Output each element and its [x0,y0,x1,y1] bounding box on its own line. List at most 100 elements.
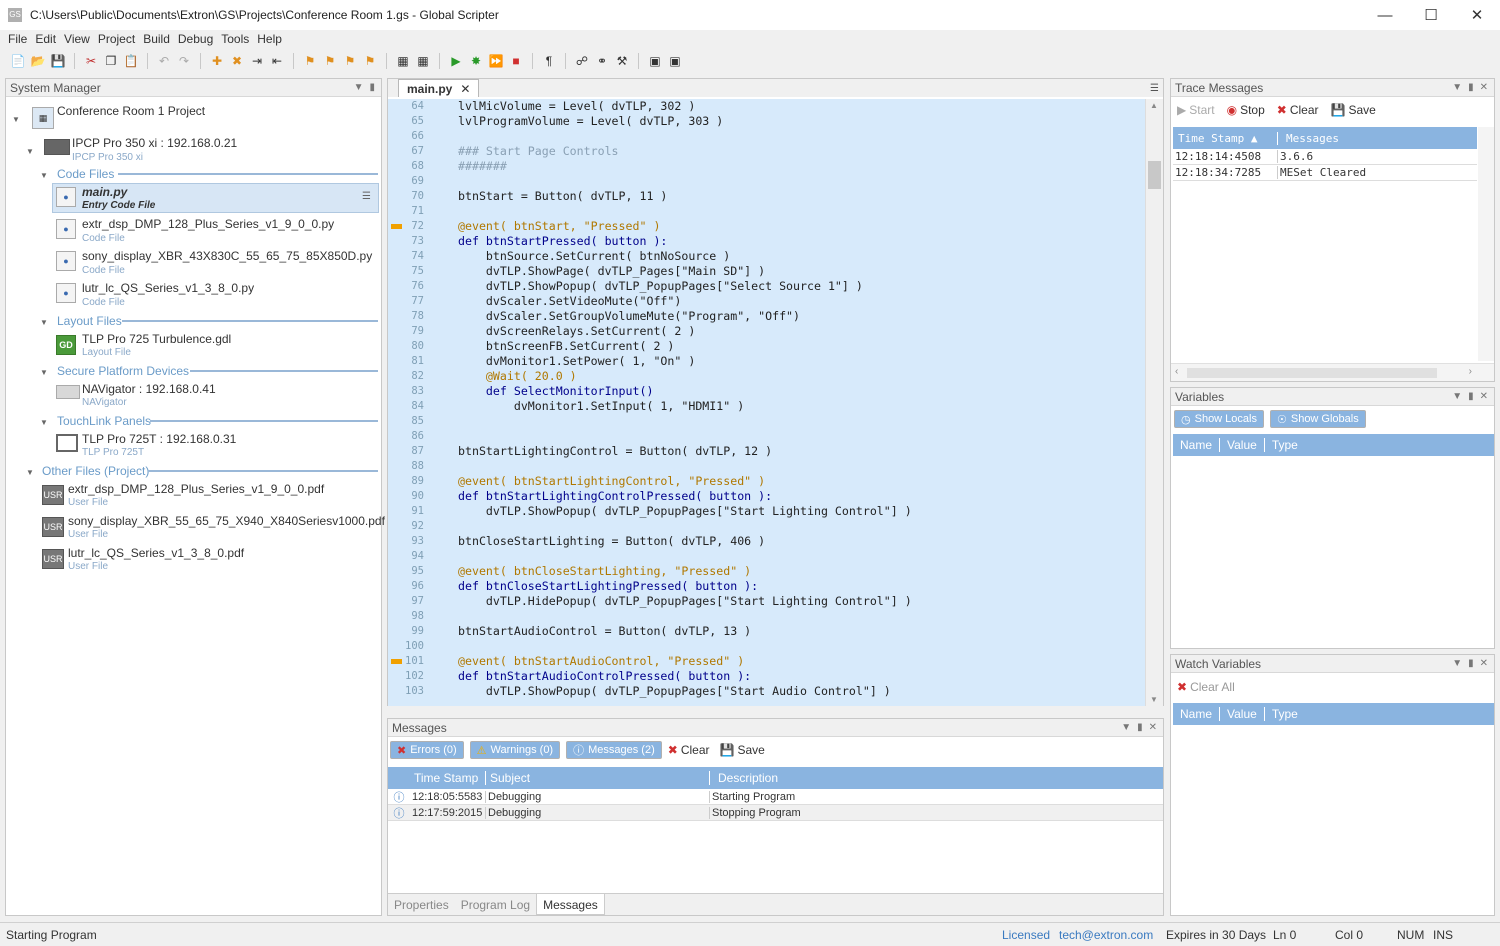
col-time-stamp[interactable]: Time Stamp ▲ [1173,132,1277,145]
dropdown-icon[interactable]: ▼ [1452,391,1462,402]
dropdown-icon[interactable]: ▼ [1452,82,1462,93]
close-panel-icon[interactable]: ✕ [1149,722,1157,733]
vertical-scrollbar[interactable]: ▲ ▼ [1145,99,1163,706]
tools-icon[interactable]: ⚒ [614,53,630,69]
warnings-filter-button[interactable]: ⚠ Warnings (0) [469,741,561,759]
project-name[interactable]: Conference Room 1 Project [57,104,205,118]
clear-bookmarks-icon[interactable]: ⚑ [362,53,378,69]
close-panel-icon[interactable]: ✕ [1480,391,1488,402]
run-icon[interactable]: ▶ [448,53,464,69]
scroll-left-icon[interactable]: ‹ [1175,366,1178,377]
file-menu-icon[interactable]: ☰ [362,191,371,202]
user-file-name[interactable]: lutr_lc_QS_Series_v1_3_8_0.pdf [68,546,244,560]
remove-comment-icon[interactable]: ✖ [229,53,245,69]
menu-build[interactable]: Build [139,32,174,46]
layout-files-label[interactable]: Layout Files [57,314,122,328]
menu-tools[interactable]: Tools [217,32,253,46]
redo-icon[interactable]: ↷ [176,53,192,69]
scroll-thumb[interactable] [1187,368,1437,378]
paste-icon[interactable]: 📋 [123,53,139,69]
save-icon[interactable]: 💾 [50,53,66,69]
other-files-label[interactable]: Other Files (Project) [42,464,149,478]
messages-filter-button[interactable]: ⓘ Messages (2) [566,741,662,759]
collapse-arrow-icon[interactable]: ▼ [26,468,34,477]
pin-icon[interactable]: ▮ [1468,82,1474,93]
open-folder-icon[interactable]: 📂 [30,53,46,69]
show-locals-button[interactable]: ◷ Show Locals [1174,410,1264,428]
next-bookmark-icon[interactable]: ⚑ [342,53,358,69]
trace-hscroll[interactable]: ‹ › [1171,363,1494,381]
menu-help[interactable]: Help [253,32,286,46]
code-files-label[interactable]: Code Files [57,167,114,181]
scroll-up-icon[interactable]: ▲ [1150,101,1158,110]
scroll-right-icon[interactable]: › [1469,366,1472,377]
collapse-arrow-icon[interactable]: ▼ [40,418,48,427]
menu-edit[interactable]: Edit [31,32,60,46]
stop-icon[interactable]: ■ [508,53,524,69]
collapse-arrow-icon[interactable]: ▼ [40,318,48,327]
col-type[interactable]: Type [1263,438,1305,452]
tab-properties[interactable]: Properties [388,894,455,915]
menu-project[interactable]: Project [94,32,139,46]
indent-icon[interactable]: ⇥ [249,53,265,69]
tlp-name[interactable]: TLP Pro 725T : 192.168.0.31 [82,432,236,446]
tab-main-py[interactable]: main.py ✕ [398,79,480,97]
network-icon[interactable]: ☍ [574,53,590,69]
tab-program-log[interactable]: Program Log [455,894,536,915]
close-panel-icon[interactable]: ✕ [1480,82,1488,93]
display-icon[interactable]: ▣ [667,53,683,69]
menu-file[interactable]: File [4,32,31,46]
build-icon[interactable]: ▦ [395,53,411,69]
bookmark-icon[interactable]: ⚑ [302,53,318,69]
maximize-button[interactable]: ☐ [1408,0,1454,30]
tab-list-icon[interactable]: ☰ [1150,83,1159,94]
close-tab-icon[interactable]: ✕ [460,82,470,96]
col-messages[interactable]: Messages [1277,131,1477,145]
collapse-arrow-icon[interactable]: ▼ [12,115,20,124]
secure-platform-label[interactable]: Secure Platform Devices [57,364,189,378]
menu-view[interactable]: View [60,32,94,46]
code-file-name[interactable]: extr_dsp_DMP_128_Plus_Series_v1_9_0_0.py [82,217,334,231]
user-file-name[interactable]: extr_dsp_DMP_128_Plus_Series_v1_9_0_0.pd… [68,482,324,496]
col-value[interactable]: Value [1219,707,1264,721]
undo-icon[interactable]: ↶ [156,53,172,69]
close-button[interactable]: ✕ [1454,0,1500,30]
bookmark-marker-icon[interactable] [391,224,402,229]
close-panel-icon[interactable]: ✕ [1480,658,1488,669]
controller-name[interactable]: IPCP Pro 350 xi : 192.168.0.21 [72,136,237,150]
navigator-name[interactable]: NAVigator : 192.168.0.41 [82,382,216,396]
copy-icon[interactable]: ❐ [103,53,119,69]
scroll-thumb[interactable] [1148,161,1161,189]
pin-icon[interactable]: ▮ [1468,391,1474,402]
table-row[interactable]: 12:18:14:4508 3.6.6 [1173,149,1477,165]
start-trace-button[interactable]: ▶ Start [1177,103,1215,117]
trace-vscroll[interactable] [1478,127,1494,361]
col-value[interactable]: Value [1219,438,1264,452]
user-file-name[interactable]: sony_display_XBR_55_65_75_X940_X840Serie… [68,514,385,528]
cut-icon[interactable]: ✂ [83,53,99,69]
pin-icon[interactable]: ▮ [1468,658,1474,669]
dropdown-icon[interactable]: ▼ [1452,658,1462,669]
new-file-icon[interactable]: 📄 [10,53,26,69]
show-whitespace-icon[interactable]: ¶ [541,53,557,69]
tab-messages[interactable]: Messages [536,894,605,915]
errors-filter-button[interactable]: ✖ Errors (0) [390,741,464,759]
dropdown-icon[interactable]: ▼ [1121,722,1131,733]
collapse-arrow-icon[interactable]: ▼ [40,368,48,377]
col-type[interactable]: Type [1263,707,1305,721]
show-globals-button[interactable]: ☉ Show Globals [1269,410,1366,428]
col-name[interactable]: Name [1173,707,1219,721]
layout-file-name[interactable]: TLP Pro 725 Turbulence.gdl [82,332,231,346]
collapse-arrow-icon[interactable]: ▼ [26,147,34,156]
code-area[interactable]: 64 lvlMicVolume = Level( dvTLP, 302 ) 65 lv… [388,99,1146,706]
connect-icon[interactable]: ⚭ [594,53,610,69]
clear-messages-button[interactable]: ✖ Clear [668,743,710,757]
dropdown-icon[interactable]: ▼ [354,82,364,93]
minimize-button[interactable]: — [1362,0,1408,30]
add-comment-icon[interactable]: ✚ [209,53,225,69]
prev-bookmark-icon[interactable]: ⚑ [322,53,338,69]
col-time-stamp[interactable]: Time Stamp [410,771,485,785]
col-subject[interactable]: Subject [485,771,709,785]
table-row[interactable]: ⓘ 12:17:59:2015 Debugging Stopping Progr… [388,805,1163,821]
step-icon[interactable]: ⏩ [488,53,504,69]
